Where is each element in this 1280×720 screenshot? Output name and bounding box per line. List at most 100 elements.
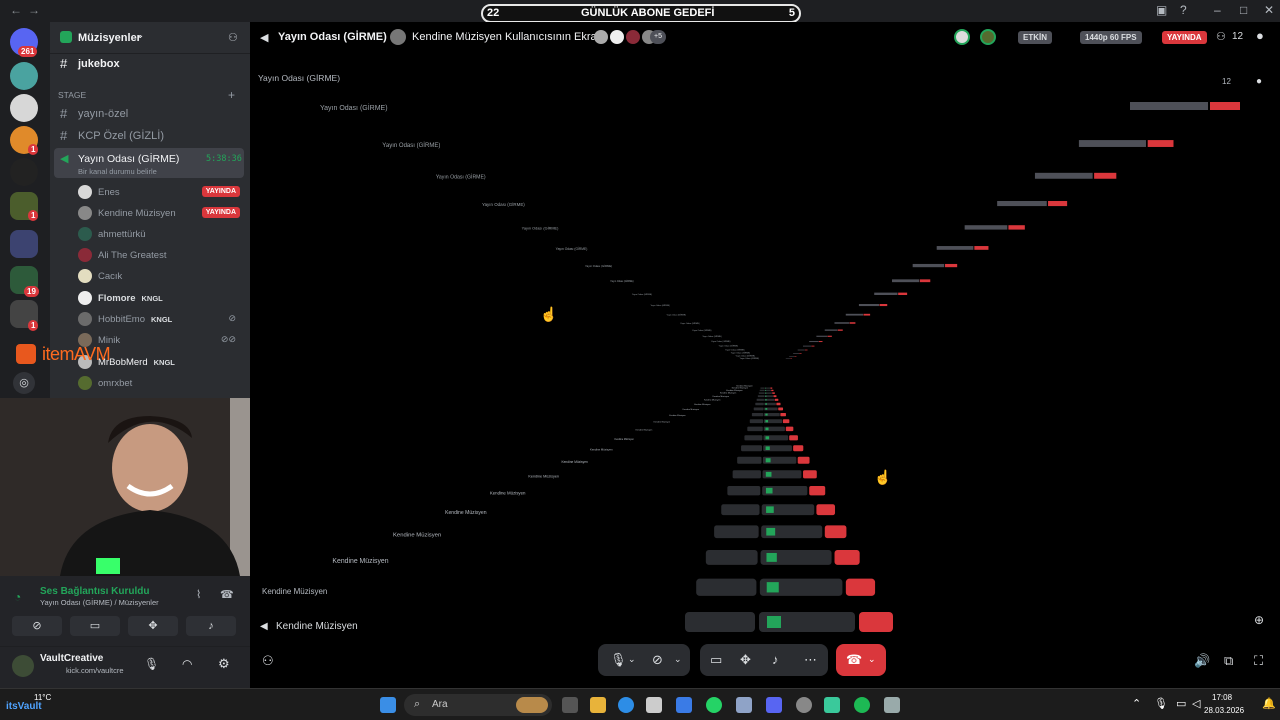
store-icon[interactable] xyxy=(646,697,662,713)
soundboard-icon[interactable]: ♪ xyxy=(772,652,779,667)
control-bar-copy xyxy=(737,456,810,464)
discord-icon[interactable] xyxy=(766,697,782,713)
zoom-icon[interactable]: ⊕ xyxy=(1254,613,1264,627)
nested-header-pill xyxy=(1130,102,1208,110)
disconnect-icon[interactable]: ☎ xyxy=(220,588,234,601)
voice-user[interactable]: Ali The Greatest xyxy=(78,245,240,265)
discover-icon[interactable]: ◎ xyxy=(13,372,35,394)
maximize-icon[interactable]: □ xyxy=(1240,3,1247,17)
disconnect-button[interactable]: ☎ ⌄ xyxy=(836,644,886,676)
server-folder-icon[interactable]: 19 xyxy=(10,266,39,297)
channel-jukebox[interactable]: # jukebox xyxy=(58,54,244,74)
screen-share-button[interactable]: ▭ xyxy=(70,616,120,636)
back-arrow-icon[interactable]: ← xyxy=(10,3,22,17)
help-icon[interactable]: ? xyxy=(1180,3,1187,17)
control-bar-copy xyxy=(744,435,798,441)
obs-icon[interactable] xyxy=(824,697,840,713)
server-header[interactable]: Müzisyenler ⌄ ⚇ xyxy=(50,22,250,54)
chevron-down-icon[interactable]: ⌄ xyxy=(674,654,682,665)
server-folder-icon[interactable]: 1 xyxy=(10,300,39,331)
activities-icon[interactable]: ✥ xyxy=(740,652,751,668)
network-icon[interactable]: ▭ xyxy=(1176,697,1186,710)
nested-header-pill xyxy=(1034,172,1093,179)
forward-arrow-icon[interactable]: → xyxy=(28,3,40,17)
file-explorer-icon[interactable] xyxy=(590,697,606,713)
server-icon[interactable]: 1 xyxy=(10,126,39,155)
stage-category[interactable]: STAGE xyxy=(58,90,86,100)
activities-button[interactable]: ✥ xyxy=(128,616,178,636)
server-folder-icon[interactable] xyxy=(10,230,38,258)
settings-icon[interactable] xyxy=(884,697,900,713)
minimize-icon[interactable]: – xyxy=(1214,3,1221,17)
edge-icon[interactable] xyxy=(618,697,634,713)
chevron-down-icon[interactable]: ⌄ xyxy=(628,654,636,665)
fullscreen-icon[interactable]: ⛶ xyxy=(1254,653,1263,669)
voice-user[interactable]: Enes YAYINDA xyxy=(78,182,240,202)
server-folder-icon[interactable]: 1 xyxy=(10,192,39,221)
microphone-icon[interactable]: 🎙 xyxy=(1154,697,1168,710)
add-channel-icon[interactable]: + xyxy=(228,88,235,102)
server-badge: 1 xyxy=(28,320,39,331)
channel-kcp[interactable]: # KCP Özel (GİZLİ) xyxy=(58,126,244,146)
clock-date[interactable]: 28.03.2026 xyxy=(1204,706,1244,715)
camera-button[interactable]: ⊘ xyxy=(12,616,62,636)
more-options-icon[interactable]: ⋯ xyxy=(804,652,817,668)
voice-user[interactable]: omrxbet xyxy=(78,373,240,393)
voice-user[interactable]: Flomore KNGL xyxy=(78,288,240,308)
nested-channel-label: Yayın Odası (GİRME) xyxy=(482,201,525,207)
app-icon[interactable] xyxy=(736,697,752,713)
voice-user[interactable]: Cacık xyxy=(78,266,240,286)
viewer-count: 12 xyxy=(1232,31,1244,42)
viewer-avatar xyxy=(610,30,624,44)
inbox-icon[interactable]: ▣ xyxy=(1156,3,1167,17)
chat-icon[interactable]: ● xyxy=(1256,28,1264,43)
people-icon[interactable]: ⚇ xyxy=(1216,30,1226,43)
server-icon[interactable] xyxy=(10,158,38,186)
viewer-avatar xyxy=(594,30,608,44)
channel-timer: 5:38:36 xyxy=(206,154,242,164)
headphones-icon[interactable]: ◠ xyxy=(182,657,192,671)
active-voice-channel[interactable]: ◀ Yayın Odası (GİRME) 5:38:36 Bir kanal … xyxy=(54,148,244,178)
weather-temp[interactable]: 11°C xyxy=(34,693,51,702)
microphone-icon[interactable]: 🎙 xyxy=(144,657,159,671)
whatsapp-icon[interactable] xyxy=(706,697,722,713)
outlook-icon[interactable] xyxy=(676,697,692,713)
avatar[interactable] xyxy=(954,29,970,45)
volume-icon[interactable]: 🔊 xyxy=(1194,653,1210,669)
channel-status[interactable]: Bir kanal durumu belirle xyxy=(78,167,157,176)
server-icon[interactable] xyxy=(10,62,38,90)
close-icon[interactable]: ✕ xyxy=(1264,3,1274,17)
task-view-icon[interactable] xyxy=(562,697,578,713)
popout-icon[interactable]: ⧉ xyxy=(1224,653,1233,669)
noise-suppression-icon[interactable]: ⌇ xyxy=(196,588,201,601)
voice-user[interactable]: HobbitEmo KNGL ⊘ xyxy=(78,309,240,329)
server-icon[interactable] xyxy=(10,94,38,122)
clock-time[interactable]: 17:08 xyxy=(1212,693,1232,702)
start-icon[interactable] xyxy=(380,697,396,713)
channel-yayin-ozel[interactable]: # yayın-özel xyxy=(58,104,244,124)
goal-left-count: 22 xyxy=(487,7,500,19)
volume-icon[interactable]: ◁ xyxy=(1192,697,1200,710)
avatar[interactable] xyxy=(980,29,996,45)
connection-status[interactable]: Ses Bağlantısı Kuruldu xyxy=(40,586,149,597)
soundboard-button[interactable]: ♪ xyxy=(186,616,236,636)
tray-chevron-icon[interactable]: ⌃ xyxy=(1132,697,1141,710)
spotify-icon[interactable] xyxy=(854,697,870,713)
home-icon[interactable]: 261 xyxy=(10,28,38,57)
extra-viewers[interactable]: +5 xyxy=(650,30,666,44)
add-member-icon[interactable]: ⚇ xyxy=(228,31,238,44)
voice-user[interactable]: Kendine Müzisyen YAYINDA xyxy=(78,203,240,223)
camera-off-icon[interactable]: ⊘ xyxy=(652,652,663,668)
voice-user[interactable]: ahmettürkü xyxy=(78,224,240,244)
microphone-icon[interactable]: 🎙 xyxy=(610,652,627,668)
screen-share-icon[interactable]: ▭ xyxy=(710,652,722,668)
active-pill: ETKİN xyxy=(1018,31,1052,44)
notification-icon[interactable]: 🔔 xyxy=(1262,697,1276,710)
browser-icon[interactable] xyxy=(796,697,812,713)
avatar[interactable] xyxy=(12,655,34,677)
search-box[interactable]: ⌕ Ara xyxy=(404,694,552,716)
invite-icon[interactable]: ⚇ xyxy=(262,653,274,669)
nested-channel-label: Yayın Odası (GİRME) xyxy=(692,329,712,332)
kngl-tag: KNGL xyxy=(141,294,163,303)
settings-gear-icon[interactable]: ⚙ xyxy=(218,656,230,672)
